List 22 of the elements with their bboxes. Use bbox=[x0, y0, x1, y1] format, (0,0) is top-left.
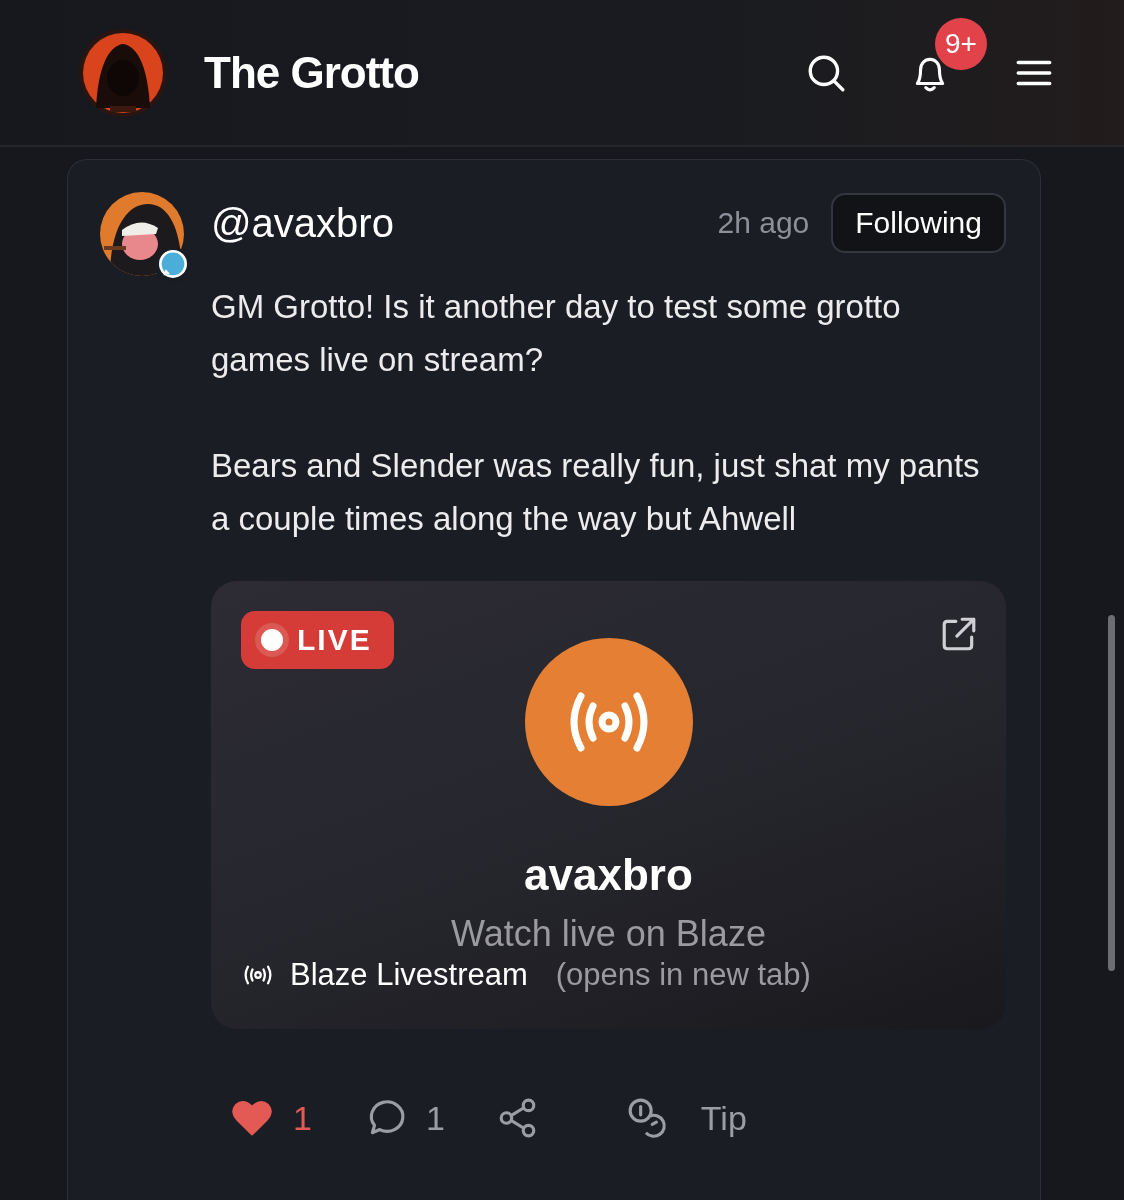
notification-badge: 9+ bbox=[935, 17, 987, 70]
coins-icon bbox=[626, 1097, 669, 1139]
source-name: Blaze Livestream bbox=[290, 957, 528, 993]
tip-button[interactable]: Tip bbox=[626, 1097, 747, 1139]
post-time: 2h ago bbox=[717, 206, 810, 240]
post-text: GM Grotto! Is it another day to test some grotto games live on stream? bbox=[211, 287, 902, 380]
live-label: LIVE bbox=[297, 623, 372, 657]
following-button[interactable]: Following bbox=[831, 193, 1006, 253]
post-text: Bears and Slender was really fun, just shat my pants a couple times along the way but Ahwell bbox=[211, 446, 981, 539]
broadcast-icon bbox=[243, 964, 273, 986]
embed-subtitle: Watch live on Blaze bbox=[451, 914, 766, 954]
like-button[interactable]: 1 bbox=[231, 1097, 312, 1139]
scrollbar[interactable] bbox=[1108, 615, 1115, 971]
source-note: (opens in new tab) bbox=[555, 957, 811, 993]
live-dot-icon bbox=[261, 629, 283, 651]
comment-button[interactable]: 1 bbox=[363, 1097, 445, 1139]
external-link-icon[interactable] bbox=[940, 615, 978, 653]
channel-name: avaxbro bbox=[524, 850, 693, 900]
site-title: The Grotto bbox=[204, 47, 419, 98]
broadcast-icon bbox=[524, 638, 693, 806]
livestream-card[interactable]: LIVE avaxbro Watch live on Blaze Blaze Livestream (opens in new tab) bbox=[211, 581, 1006, 1029]
username[interactable]: @avaxbro bbox=[211, 200, 394, 246]
